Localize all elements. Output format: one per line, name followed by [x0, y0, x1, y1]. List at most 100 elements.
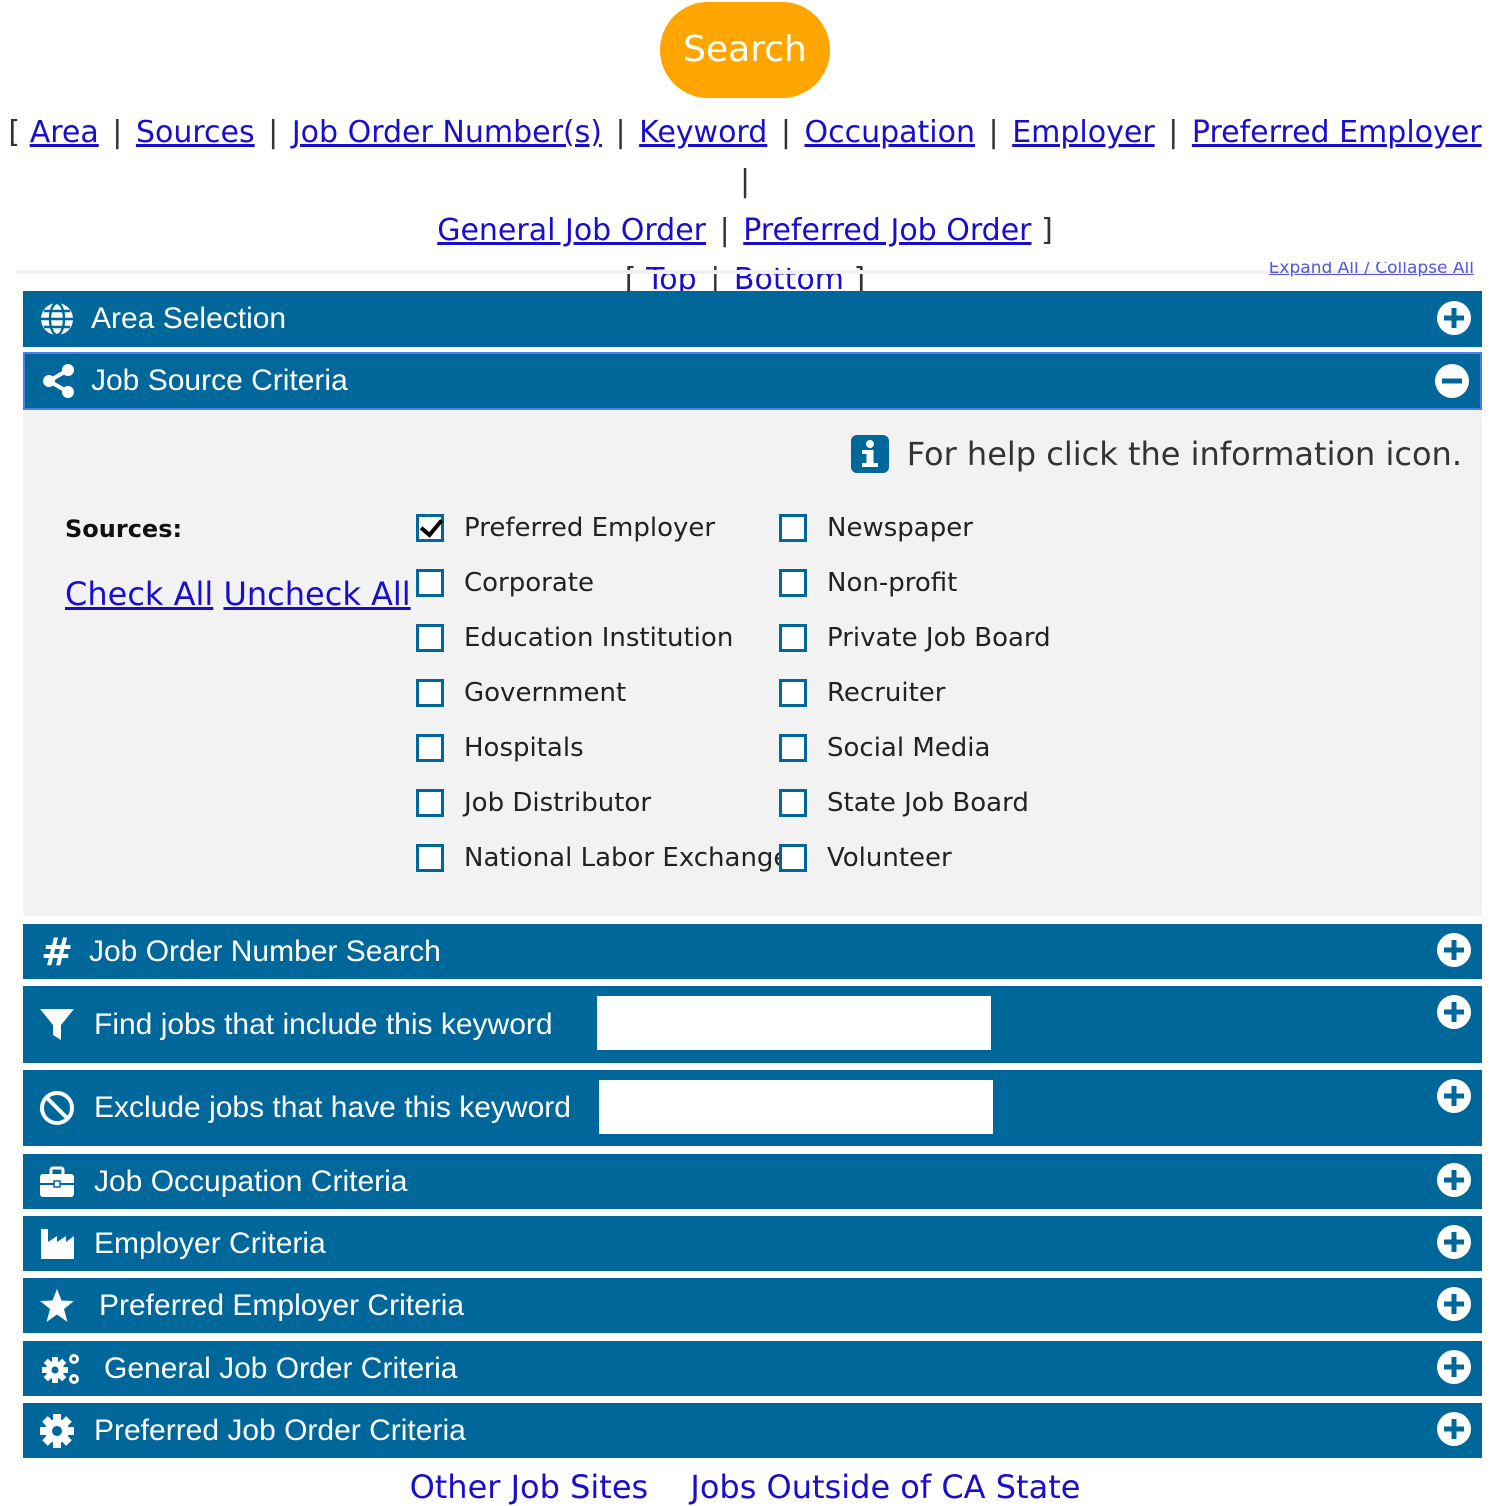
source-option[interactable]: National Labor Exchange — [416, 830, 789, 885]
nav-link-occupation[interactable]: Occupation — [804, 115, 975, 150]
source-checkbox[interactable] — [416, 843, 444, 872]
plus-circle-icon[interactable] — [1436, 994, 1472, 1030]
uncheck-all-link[interactable]: Uncheck All — [223, 575, 410, 613]
panel-title: Find jobs that include this keyword — [94, 1007, 553, 1041]
search-button[interactable]: Search — [660, 2, 830, 98]
star-icon — [40, 1288, 74, 1322]
panel-title: Preferred Employer Criteria — [99, 1288, 465, 1322]
source-label: Recruiter — [827, 677, 946, 708]
panel-preferred-employer-criteria[interactable]: Preferred Employer Criteria — [23, 1278, 1482, 1333]
separator: | — [780, 115, 791, 150]
nav-link-sources[interactable]: Sources — [136, 115, 255, 150]
panel-title: General Job Order Criteria — [104, 1351, 458, 1385]
include-keyword-input[interactable] — [597, 996, 991, 1050]
panel-title: Job Occupation Criteria — [94, 1164, 408, 1198]
source-label: Non-profit — [827, 567, 958, 598]
panel-title: Employer Criteria — [94, 1226, 326, 1260]
panel-job-order-number-search[interactable]: # Job Order Number Search — [23, 924, 1482, 979]
source-option[interactable]: Preferred Employer — [416, 500, 789, 555]
nav-link-general-job-order[interactable]: General Job Order — [437, 213, 706, 248]
source-label: Hospitals — [464, 732, 584, 763]
filter-icon — [40, 1008, 74, 1040]
source-option[interactable]: Social Media — [779, 720, 1051, 775]
plus-circle-icon[interactable] — [1436, 300, 1472, 336]
source-checkbox[interactable] — [416, 568, 444, 597]
nav-link-preferred-job-order[interactable]: Preferred Job Order — [743, 213, 1031, 248]
separator: | — [268, 115, 279, 150]
exclude-keyword-input[interactable] — [599, 1080, 993, 1134]
panel-title: Preferred Job Order Criteria — [94, 1413, 466, 1447]
source-option[interactable]: Job Distributor — [416, 775, 789, 830]
separator: | — [719, 213, 730, 248]
hash-icon: # — [41, 929, 73, 974]
source-option[interactable]: Education Institution — [416, 610, 789, 665]
source-checkbox[interactable] — [779, 623, 807, 652]
source-option[interactable]: Non-profit — [779, 555, 1051, 610]
source-option[interactable]: Corporate — [416, 555, 789, 610]
source-option[interactable]: Private Job Board — [779, 610, 1051, 665]
source-checkbox[interactable] — [779, 843, 807, 872]
job-source-body: For help click the information icon. Sou… — [23, 410, 1482, 916]
briefcase-icon — [40, 1166, 74, 1197]
bracket: ] — [1041, 213, 1053, 248]
source-checkbox[interactable] — [779, 513, 807, 542]
panel-preferred-job-order-criteria[interactable]: Preferred Job Order Criteria — [23, 1403, 1482, 1458]
nav-link-area[interactable]: Area — [30, 115, 99, 150]
panel-job-source-criteria[interactable]: Job Source Criteria — [23, 352, 1482, 410]
source-option[interactable]: Recruiter — [779, 665, 1051, 720]
panel-area-selection[interactable]: Area Selection — [23, 291, 1482, 347]
plus-circle-icon[interactable] — [1436, 1224, 1472, 1260]
separator: | — [615, 115, 626, 150]
source-checkbox[interactable] — [416, 513, 444, 542]
nav-link-job-order-numbers[interactable]: Job Order Number(s) — [292, 115, 602, 150]
source-label: Volunteer — [827, 842, 952, 873]
panel-title: Job Source Criteria — [91, 364, 348, 397]
source-checkbox[interactable] — [779, 788, 807, 817]
source-option[interactable]: Hospitals — [416, 720, 789, 775]
source-label: Job Distributor — [464, 787, 652, 818]
panel-exclude-keyword[interactable]: Exclude jobs that have this keyword — [23, 1070, 1482, 1146]
panel-job-occupation-criteria[interactable]: Job Occupation Criteria — [23, 1154, 1482, 1209]
plus-circle-icon[interactable] — [1436, 1411, 1472, 1447]
source-option[interactable]: Newspaper — [779, 500, 1051, 555]
source-checkbox[interactable] — [416, 788, 444, 817]
source-checkbox[interactable] — [416, 623, 444, 652]
source-label: Corporate — [464, 567, 594, 598]
nav-link-preferred-employer[interactable]: Preferred Employer — [1192, 115, 1482, 150]
check-all-link[interactable]: Check All — [65, 575, 213, 613]
source-checkbox[interactable] — [416, 733, 444, 762]
sources-column-1: Preferred Employer Corporate Education Ins… — [416, 500, 789, 885]
plus-circle-icon[interactable] — [1436, 1162, 1472, 1198]
panel-title: Job Order Number Search — [89, 934, 441, 968]
panel-general-job-order-criteria[interactable]: General Job Order Criteria — [23, 1341, 1482, 1396]
source-option[interactable]: Government — [416, 665, 789, 720]
source-label: Government — [464, 677, 627, 708]
separator: | — [112, 115, 123, 150]
plus-circle-icon[interactable] — [1436, 932, 1472, 968]
gear-icon — [40, 1413, 74, 1448]
expand-collapse-link[interactable]: Expand All / Collapse All — [1269, 262, 1474, 279]
source-checkbox[interactable] — [779, 733, 807, 762]
nav-link-employer[interactable]: Employer — [1012, 115, 1154, 150]
plus-circle-icon[interactable] — [1436, 1078, 1472, 1114]
plus-circle-icon[interactable] — [1436, 1286, 1472, 1322]
source-checkbox[interactable] — [779, 678, 807, 707]
share-icon — [43, 364, 74, 398]
jobs-outside-ca-link[interactable]: Jobs Outside of CA State — [690, 1468, 1080, 1506]
source-checkbox[interactable] — [416, 678, 444, 707]
nav-row-1: [ Area | Sources | Job Order Number(s) |… — [0, 108, 1490, 206]
source-option[interactable]: Volunteer — [779, 830, 1051, 885]
panel-employer-criteria[interactable]: Employer Criteria — [23, 1216, 1482, 1271]
ban-icon — [40, 1091, 74, 1125]
minus-circle-icon[interactable] — [1434, 363, 1470, 399]
info-icon[interactable] — [850, 435, 889, 473]
source-option[interactable]: State Job Board — [779, 775, 1051, 830]
cogs-icon — [42, 1353, 79, 1384]
plus-circle-icon[interactable] — [1436, 1349, 1472, 1385]
source-label: Social Media — [827, 732, 991, 763]
source-label: Newspaper — [827, 512, 973, 543]
panel-include-keyword[interactable]: Find jobs that include this keyword — [23, 986, 1482, 1063]
source-checkbox[interactable] — [779, 568, 807, 597]
other-job-sites-link[interactable]: Other Job Sites — [410, 1468, 649, 1506]
nav-link-keyword[interactable]: Keyword — [639, 115, 767, 150]
